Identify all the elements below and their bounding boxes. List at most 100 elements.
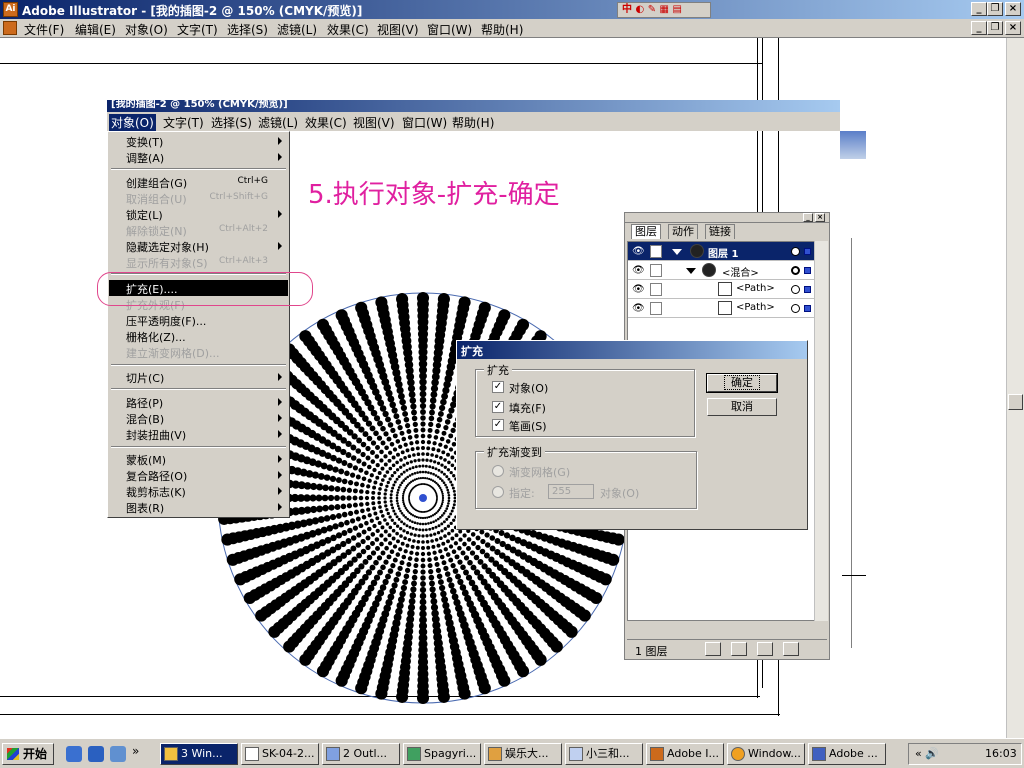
target-circle-icon[interactable]: [791, 304, 800, 313]
expand-triangle-icon[interactable]: [672, 249, 682, 255]
inner-menu-select[interactable]: 选择(S): [211, 114, 252, 131]
blend-dot: [360, 548, 367, 555]
task-adobe-reader[interactable]: Adobe ...: [808, 743, 886, 765]
menu-item-slice[interactable]: 切片(C): [109, 369, 288, 385]
cancel-button[interactable]: 取消: [707, 398, 777, 416]
menu-item-transform[interactable]: 变换(T): [109, 133, 288, 149]
task-xiaosan[interactable]: 小三和...: [565, 743, 643, 765]
eye-icon[interactable]: 👁: [632, 265, 645, 276]
media-quicklaunch-icon[interactable]: [110, 746, 126, 762]
menu-item-crop-marks[interactable]: 裁剪标志(K): [109, 483, 288, 499]
menu-item-arrange[interactable]: 调整(A): [109, 149, 288, 165]
lock-toggle[interactable]: [650, 264, 662, 277]
more-quicklaunch-icon[interactable]: »: [132, 744, 148, 760]
panel-header[interactable]: _ ×: [625, 213, 829, 223]
ie-quicklaunch-icon[interactable]: [66, 746, 82, 762]
blend-dot: [420, 433, 426, 439]
expand-triangle-icon[interactable]: [686, 268, 696, 274]
selection-square-icon[interactable]: [804, 305, 811, 312]
object-checkbox[interactable]: ✓: [492, 381, 504, 393]
panel-close-button[interactable]: ×: [815, 213, 825, 222]
explorer-quicklaunch-icon[interactable]: [88, 746, 104, 762]
selection-square-icon[interactable]: [804, 286, 811, 293]
eye-icon[interactable]: 👁: [632, 284, 645, 295]
ok-button[interactable]: 确定: [706, 373, 778, 393]
menu-item-lock[interactable]: 锁定(L): [109, 206, 288, 222]
eye-icon[interactable]: 👁: [632, 246, 645, 257]
tray-icons[interactable]: « 🔊: [915, 744, 939, 764]
task-outlook[interactable]: 2 Outl...: [322, 743, 400, 765]
eye-icon[interactable]: 👁: [632, 303, 645, 314]
menu-item-hide[interactable]: 隐藏选定对象(H): [109, 238, 288, 254]
inner-menu-object[interactable]: 对象(O): [109, 114, 156, 131]
inner-menu-view[interactable]: 视图(V): [353, 114, 395, 131]
blend-dot: [317, 516, 325, 524]
menu-item-mask[interactable]: 蒙板(M): [109, 451, 288, 467]
menu-item-flatten-transparency[interactable]: 压平透明度(F)...: [109, 312, 288, 328]
menu-item-group[interactable]: 创建组合(G) Ctrl+G: [109, 174, 288, 190]
target-circle-icon[interactable]: [791, 266, 800, 275]
task-entertainment[interactable]: 娱乐大...: [484, 743, 562, 765]
layers-scrollbar[interactable]: [814, 241, 828, 621]
target-circle-icon[interactable]: [791, 247, 800, 256]
blend-dot: [384, 545, 389, 551]
blend-dot: [447, 477, 451, 481]
blend-dot: [355, 474, 361, 480]
blend-dot: [346, 503, 353, 509]
inner-menu-effect[interactable]: 效果(C): [305, 114, 347, 131]
task-windows-folders[interactable]: 3 Win...: [160, 743, 238, 765]
selection-square-icon[interactable]: [804, 267, 811, 274]
specify-radio[interactable]: [492, 486, 504, 498]
vertical-scrollbar[interactable]: [1006, 38, 1024, 738]
blend-dot: [375, 462, 380, 468]
tab-links[interactable]: 链接: [705, 224, 735, 239]
blend-dot: [428, 465, 432, 469]
layer-row-blend[interactable]: 👁 <混合>: [628, 261, 814, 280]
specify-objects-input[interactable]: 255: [548, 484, 594, 499]
lock-toggle[interactable]: [650, 283, 662, 296]
lock-toggle[interactable]: [650, 302, 662, 315]
blend-dot: [410, 403, 417, 410]
layer-row-path-2[interactable]: 👁 <Path>: [628, 299, 814, 318]
make-clipping-mask-button[interactable]: [705, 642, 721, 656]
menu-item-rasterize[interactable]: 栅格化(Z)...: [109, 328, 288, 344]
scroll-thumb[interactable]: [1008, 394, 1023, 410]
task-windows-media[interactable]: Window...: [727, 743, 805, 765]
clock[interactable]: 16:03: [985, 744, 1017, 764]
inner-menu-type[interactable]: 文字(T): [163, 114, 204, 131]
inner-menu-window[interactable]: 窗口(W): [402, 114, 447, 131]
blend-dot: [440, 398, 447, 406]
task-adobe-illustrator[interactable]: Adobe I...: [646, 743, 724, 765]
task-word-doc[interactable]: SK-04-2...: [241, 743, 319, 765]
task-spagyric[interactable]: Spagyri...: [403, 743, 481, 765]
blend-dot: [346, 487, 353, 493]
blend-dot: [419, 476, 423, 480]
new-sublayer-button[interactable]: [731, 642, 747, 656]
delete-layer-button[interactable]: [783, 642, 799, 656]
layer-row-path-1[interactable]: 👁 <Path>: [628, 280, 814, 299]
blend-dot: [322, 484, 329, 492]
menu-item-blend[interactable]: 混合(B): [109, 410, 288, 426]
start-button[interactable]: 开始: [2, 743, 54, 765]
menu-item-path[interactable]: 路径(P): [109, 394, 288, 410]
menu-item-envelope-distort[interactable]: 封装扭曲(V): [109, 426, 288, 442]
panel-minimize-button[interactable]: _: [803, 213, 813, 222]
stroke-checkbox[interactable]: ✓: [492, 419, 504, 431]
menu-item-create-gradient-mesh: 建立渐变网格(D)...: [126, 347, 220, 360]
menu-item-graph[interactable]: 图表(R): [109, 499, 288, 515]
tab-actions[interactable]: 动作: [668, 224, 698, 239]
fill-checkbox[interactable]: ✓: [492, 401, 504, 413]
blend-dot: [327, 494, 335, 502]
lock-toggle[interactable]: [650, 245, 662, 258]
tab-layers[interactable]: 图层: [631, 224, 661, 239]
submenu-arrow-icon: [278, 398, 282, 406]
blend-dot: [395, 493, 399, 497]
new-layer-button[interactable]: [757, 642, 773, 656]
inner-menu-help[interactable]: 帮助(H): [452, 114, 494, 131]
inner-menu-filter[interactable]: 滤镜(L): [258, 114, 298, 131]
selection-square-icon[interactable]: [804, 248, 811, 255]
menu-item-compound-path[interactable]: 复合路径(O): [109, 467, 288, 483]
target-circle-icon[interactable]: [791, 285, 800, 294]
gradient-mesh-radio[interactable]: [492, 465, 504, 477]
layer-row-layer1[interactable]: 👁 图层 1: [628, 242, 814, 261]
